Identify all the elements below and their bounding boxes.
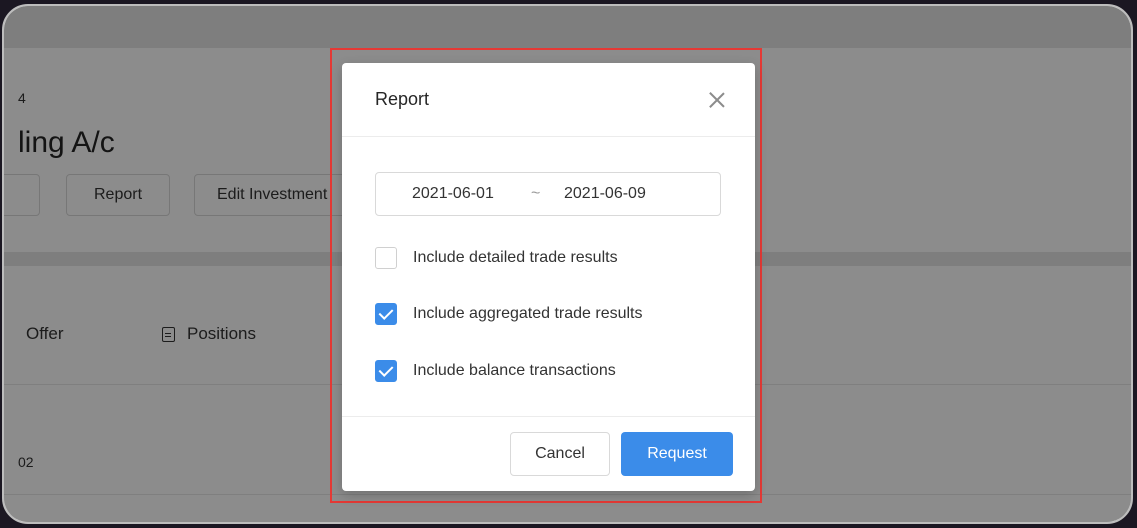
option-balance-transactions[interactable]: Include balance transactions: [375, 360, 616, 382]
report-modal: Report 2021-06-01 ~ 2021-06-09 Include d…: [342, 63, 755, 491]
option-label: Include aggregated trade results: [413, 305, 643, 322]
modal-title: Report: [375, 89, 430, 109]
modal-header: Report: [342, 63, 755, 137]
option-aggregated-trade-results[interactable]: Include aggregated trade results: [375, 303, 642, 325]
option-detailed-trade-results[interactable]: Include detailed trade results: [375, 247, 618, 269]
date-range-separator: ~: [531, 185, 541, 202]
close-icon[interactable]: [707, 90, 727, 110]
date-range-start[interactable]: 2021-06-01: [412, 185, 494, 203]
checkbox-detailed-trade-results[interactable]: [375, 247, 397, 269]
option-label: Include balance transactions: [413, 362, 616, 379]
modal-footer: Cancel Request: [342, 417, 755, 491]
date-range-end[interactable]: 2021-06-09: [564, 185, 646, 203]
request-button[interactable]: Request: [621, 432, 733, 476]
checkbox-balance-transactions[interactable]: [375, 360, 397, 382]
option-label: Include detailed trade results: [413, 249, 618, 266]
cancel-button[interactable]: Cancel: [510, 432, 610, 476]
checkbox-aggregated-trade-results[interactable]: [375, 303, 397, 325]
date-range-picker[interactable]: 2021-06-01 ~ 2021-06-09: [375, 172, 721, 216]
